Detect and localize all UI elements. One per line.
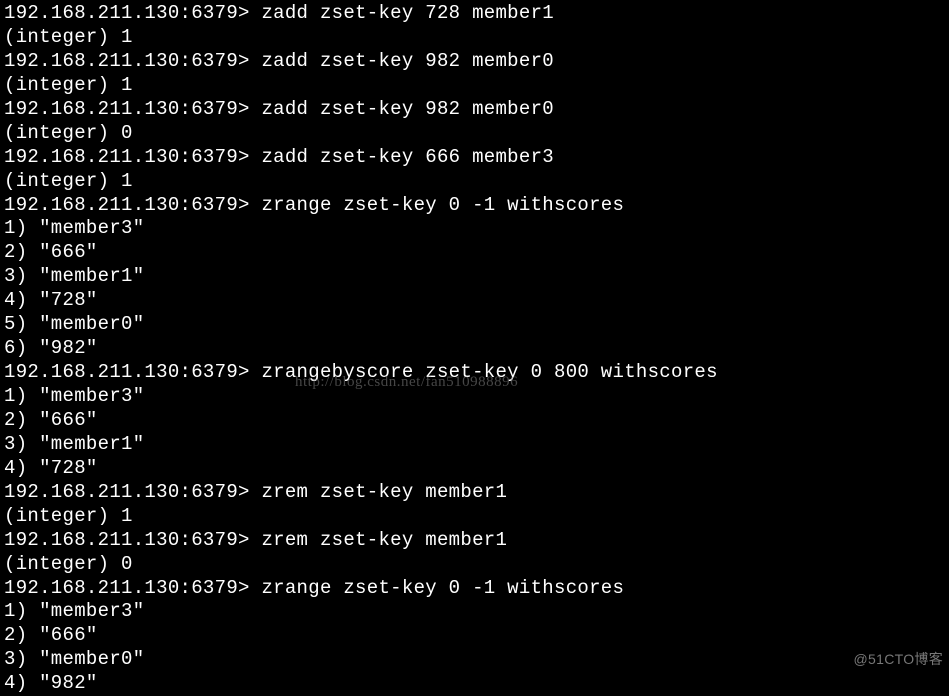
list-item: 3) "member1" — [4, 265, 945, 289]
command-line: 192.168.211.130:6379> zrange zset-key 0 … — [4, 194, 945, 218]
list-item: 1) "member3" — [4, 600, 945, 624]
command-line: 192.168.211.130:6379> zrem zset-key memb… — [4, 529, 945, 553]
watermark-bottom: @51CTO博客 — [854, 651, 943, 669]
list-item: 3) "member0" — [4, 648, 945, 672]
command-line: 192.168.211.130:6379> zrange zset-key 0 … — [4, 577, 945, 601]
result-line: (integer) 0 — [4, 553, 945, 577]
list-item: 6) "982" — [4, 337, 945, 361]
command-line: 192.168.211.130:6379> zrem zset-key memb… — [4, 481, 945, 505]
list-item: 2) "666" — [4, 409, 945, 433]
list-item: 4) "728" — [4, 289, 945, 313]
list-item: 2) "666" — [4, 624, 945, 648]
list-item: 2) "666" — [4, 241, 945, 265]
command-line: 192.168.211.130:6379> zadd zset-key 982 … — [4, 50, 945, 74]
list-item: 1) "member3" — [4, 217, 945, 241]
result-line: (integer) 1 — [4, 170, 945, 194]
list-item: 3) "member1" — [4, 433, 945, 457]
result-line: (integer) 1 — [4, 505, 945, 529]
command-line: 192.168.211.130:6379> zadd zset-key 728 … — [4, 2, 945, 26]
command-line: 192.168.211.130:6379> zadd zset-key 982 … — [4, 98, 945, 122]
list-item: 4) "982" — [4, 672, 945, 696]
result-line: (integer) 1 — [4, 74, 945, 98]
result-line: (integer) 1 — [4, 26, 945, 50]
command-line: 192.168.211.130:6379> zadd zset-key 666 … — [4, 146, 945, 170]
terminal-output[interactable]: 192.168.211.130:6379> zadd zset-key 728 … — [4, 2, 945, 696]
list-item: 5) "member0" — [4, 313, 945, 337]
list-item: 4) "728" — [4, 457, 945, 481]
result-line: (integer) 0 — [4, 122, 945, 146]
watermark-center: http://blog.csdn.net/fan510988896 — [295, 373, 518, 392]
